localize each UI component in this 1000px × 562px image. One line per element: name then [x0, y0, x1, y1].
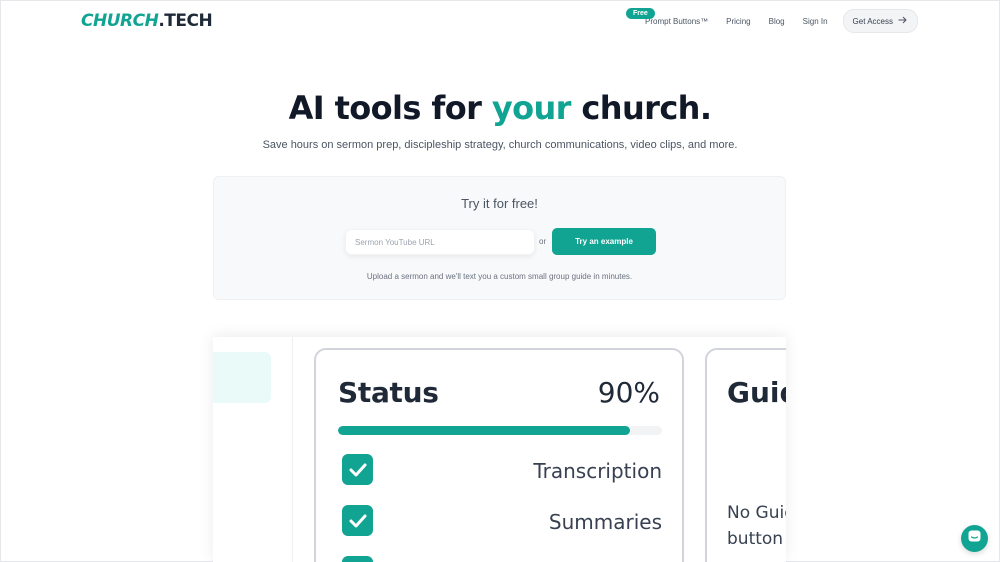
logo-part-church: CHURCH — [81, 11, 159, 31]
status-card: Status 90% Transcription Summaries — [314, 348, 684, 562]
status-percent: 90% — [597, 376, 660, 409]
chat-launcher-button[interactable] — [961, 525, 988, 552]
logo-part-tech: .TECH — [158, 11, 213, 31]
status-label: Status — [338, 376, 439, 409]
nav-item-sign-in[interactable]: Sign In — [803, 17, 828, 26]
nav-item-blog[interactable]: Blog — [769, 17, 785, 26]
nav-item-pricing[interactable]: Pricing — [726, 17, 750, 26]
hero-title: AI tools for your church. — [0, 89, 1000, 127]
top-nav: Free Prompt Buttons™ Pricing Blog Sign I… — [626, 7, 918, 33]
hero-title-accent: your — [491, 89, 572, 127]
guide-card: Guides No Guides button Guide — [705, 348, 786, 562]
check-icon — [342, 454, 373, 485]
guide-title: Guides — [727, 376, 786, 409]
try-note: Upload a sermon and we'll text you a cus… — [366, 272, 633, 281]
check-row-summaries: Summaries — [342, 505, 662, 537]
or-text: or — [539, 237, 547, 246]
sidebar-divider — [292, 337, 293, 562]
check-row-partial — [342, 556, 662, 562]
sermon-url-input[interactable] — [345, 229, 535, 255]
get-access-label: Get Access — [852, 16, 893, 26]
nav-item-prompt-buttons[interactable]: Free Prompt Buttons™ — [626, 7, 709, 26]
free-badge: Free — [626, 7, 655, 19]
chat-icon — [968, 530, 981, 548]
try-box: Try it for free! or Try an example Uploa… — [213, 176, 786, 300]
app-preview: Status 90% Transcription Summaries Guide… — [213, 337, 786, 562]
hero-subtitle: Save hours on sermon prep, discipleship … — [262, 139, 738, 151]
guide-text: No Guides button Guide — [727, 503, 786, 549]
hero-title-post: church. — [570, 89, 712, 127]
try-title: Try it for free! — [461, 196, 538, 211]
get-access-button[interactable]: Get Access — [842, 9, 918, 33]
hero-title-pre: AI tools for — [288, 89, 492, 127]
check-label: Summaries — [548, 510, 662, 534]
check-icon — [342, 505, 373, 536]
check-row-transcription: Transcription — [342, 454, 662, 486]
sidebar-tile — [213, 352, 271, 403]
check-label: Transcription — [533, 459, 662, 483]
nav-item-label: Prompt Buttons™ — [645, 16, 709, 26]
logo[interactable]: CHURCH.TECH — [81, 11, 213, 31]
progress-fill — [338, 426, 630, 435]
arrow-right-icon — [898, 16, 907, 26]
check-icon — [342, 556, 373, 562]
progress-bar — [338, 426, 662, 435]
try-example-button[interactable]: Try an example — [552, 228, 656, 255]
